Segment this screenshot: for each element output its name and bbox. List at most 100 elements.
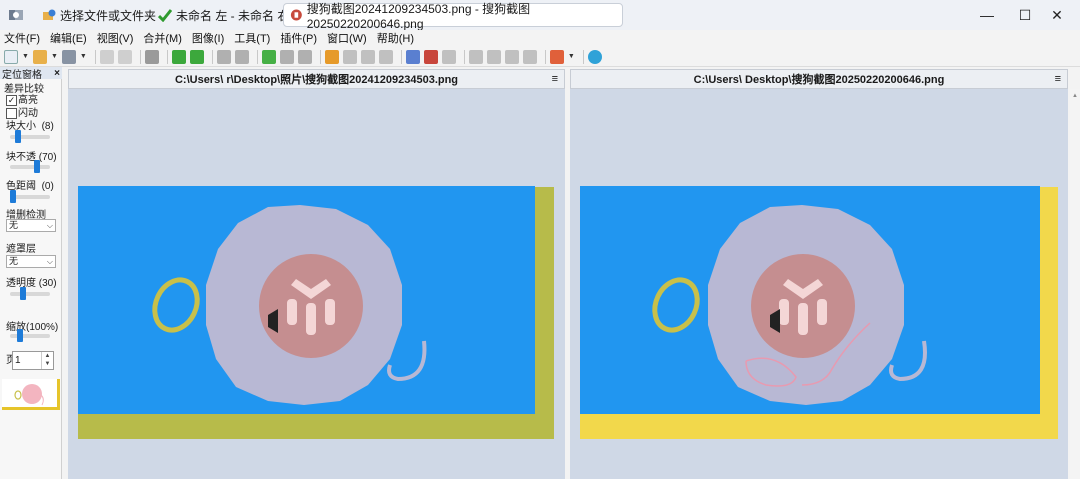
compare-check-icon — [158, 9, 172, 22]
copy-right-icon[interactable] — [261, 49, 276, 64]
toolbar-divider — [94, 49, 96, 64]
vertical-scrollbar[interactable]: ▲ — [1070, 89, 1080, 479]
insert-detect-select[interactable]: 无 ⌵ — [6, 219, 56, 232]
scroll-up-icon[interactable]: ▲ — [1072, 93, 1078, 99]
navigation-thumbnail[interactable] — [2, 379, 60, 410]
plugin-icon[interactable] — [324, 49, 339, 64]
right-image-pane[interactable]: C:\Users\ Desktop\搜狗截图20250220200646.png… — [570, 69, 1068, 479]
slider-thumb[interactable] — [15, 130, 22, 143]
overlay-group: 遮罩层 — [6, 244, 36, 255]
menu-window[interactable]: 窗口(W) — [327, 30, 367, 46]
menu-merge[interactable]: 合并(M) — [143, 30, 182, 46]
color-distance-slider[interactable] — [10, 190, 50, 203]
spin-down-icon[interactable]: ▼ — [42, 360, 53, 368]
close-icon: ✕ — [1051, 6, 1063, 23]
tab-label: 搜狗截图20241209234503.png - 搜狗截图20250220200… — [306, 1, 531, 31]
next-diff-icon[interactable] — [171, 49, 186, 64]
first-diff-icon[interactable] — [216, 49, 231, 64]
pane-close-icon[interactable]: × — [54, 68, 60, 79]
overlay-select[interactable]: 无 ⌵ — [6, 255, 56, 268]
toolbar-divider — [166, 49, 168, 64]
chevron-down-icon[interactable]: ▼ — [51, 53, 58, 60]
title-bar: 选择文件或文件夹 未命名 左 - 未命名 右 搜狗截图2024120923450… — [0, 0, 1080, 31]
menu-image[interactable]: 图像(I) — [192, 30, 224, 46]
nav-first-icon[interactable] — [468, 49, 483, 64]
nav-last-icon[interactable] — [522, 49, 537, 64]
right-image-path: C:\Users\ Desktop\搜狗截图20250220200646.png — [693, 74, 945, 86]
slider-thumb[interactable] — [16, 329, 23, 342]
menu-file[interactable]: 文件(F) — [4, 30, 40, 46]
toolbar: ▼ ▼ ▼ ▼ — [0, 47, 1080, 67]
chevron-down-icon: ⌵ — [46, 257, 53, 266]
new-file-icon[interactable] — [4, 49, 18, 64]
arrow-both-icon[interactable] — [378, 49, 393, 64]
menu-edit[interactable]: 编辑(E) — [50, 30, 87, 46]
spinner-buttons[interactable]: ▲ ▼ — [41, 352, 53, 369]
menu-plugins[interactable]: 插件(P) — [280, 30, 317, 46]
slider-thumb[interactable] — [20, 287, 27, 300]
left-image-pane[interactable]: C:\Users\ r\Desktop\照片\搜狗截图2024120923450… — [68, 69, 565, 479]
nav-prev-icon[interactable] — [486, 49, 501, 64]
chevron-down-icon[interactable]: ▼ — [568, 53, 575, 60]
left-image-path: C:\Users\ r\Desktop\照片\搜狗截图2024120923450… — [174, 74, 459, 86]
location-pane-title: 定位窗格 — [2, 69, 42, 81]
block-size-slider[interactable] — [10, 130, 50, 143]
left-pane-menu-icon[interactable]: ≡ — [552, 73, 558, 85]
nav-next-icon[interactable] — [504, 49, 519, 64]
toolbar-divider — [211, 49, 213, 64]
tab-select-files[interactable]: 选择文件或文件夹 — [36, 3, 162, 27]
tab-label: 未命名 左 - 未命名 右 — [176, 8, 290, 23]
left-image-canvas[interactable] — [68, 89, 565, 479]
image-right-icon[interactable] — [423, 49, 438, 64]
right-pane-menu-icon[interactable]: ≡ — [1055, 73, 1061, 85]
toolbar-divider — [400, 49, 402, 64]
arrow-left-icon[interactable] — [360, 49, 375, 64]
undo-icon[interactable] — [99, 49, 114, 64]
app-menu-icon[interactable] — [8, 7, 24, 23]
copy-left-icon[interactable] — [279, 49, 294, 64]
left-image — [78, 186, 554, 439]
tab-label: 选择文件或文件夹 — [60, 8, 157, 23]
chevron-down-icon[interactable]: ▼ — [22, 53, 29, 60]
block-opacity-label: 块不透 (70) — [6, 152, 57, 163]
toolbar-divider — [463, 49, 465, 64]
location-pane: 定位窗格 × 差异比较 ✓ 高亮 闪动 块大小 (8) 块不透 (70) 色距阈 … — [0, 67, 62, 479]
options-icon[interactable] — [549, 49, 564, 64]
tab-image-compare[interactable]: 搜狗截图20241209234503.png - 搜狗截图20250220200… — [283, 2, 623, 31]
minimize-icon: — — [980, 7, 994, 23]
copy-all-icon[interactable] — [297, 49, 312, 64]
save-icon[interactable] — [61, 49, 76, 64]
last-diff-icon[interactable] — [234, 49, 249, 64]
page-value[interactable]: 1 — [15, 355, 21, 366]
menu-help[interactable]: 帮助(H) — [377, 30, 414, 46]
block-opacity-slider[interactable] — [10, 160, 50, 173]
folder-globe-icon — [43, 9, 56, 20]
prev-diff-icon[interactable] — [189, 49, 204, 64]
menu-tools[interactable]: 工具(T) — [234, 30, 270, 46]
redo-icon[interactable] — [117, 49, 132, 64]
tab-untitled-compare[interactable]: 未命名 左 - 未命名 右 — [152, 3, 295, 27]
toolbar-divider — [582, 49, 584, 64]
slider-thumb[interactable] — [10, 190, 16, 203]
close-button[interactable]: ✕ — [1034, 0, 1080, 30]
print-icon[interactable] — [144, 49, 159, 64]
spin-up-icon[interactable]: ▲ — [42, 352, 53, 360]
toolbar-divider — [319, 49, 321, 64]
right-image-canvas[interactable] — [570, 89, 1068, 479]
zoom-slider[interactable] — [10, 329, 50, 342]
open-folder-icon[interactable] — [32, 49, 47, 64]
slider-thumb[interactable] — [33, 160, 40, 173]
left-image-header: C:\Users\ r\Desktop\照片\搜狗截图2024120923450… — [68, 69, 565, 89]
transparency-slider[interactable] — [10, 287, 50, 300]
zoom-label: 缩放(100%) — [6, 322, 59, 333]
refresh-icon[interactable] — [587, 49, 602, 64]
toolbar-divider — [544, 49, 546, 64]
location-pane-header: 定位窗格 × — [0, 67, 62, 81]
image-left-icon[interactable] — [405, 49, 420, 64]
block-size-label: 块大小 (8) — [6, 121, 54, 132]
page-spinner[interactable]: 1 ▲ ▼ — [12, 351, 54, 370]
chevron-down-icon[interactable]: ▼ — [80, 53, 87, 60]
split-view-icon[interactable] — [441, 49, 456, 64]
menu-view[interactable]: 视图(V) — [97, 30, 134, 46]
arrow-right-icon[interactable] — [342, 49, 357, 64]
